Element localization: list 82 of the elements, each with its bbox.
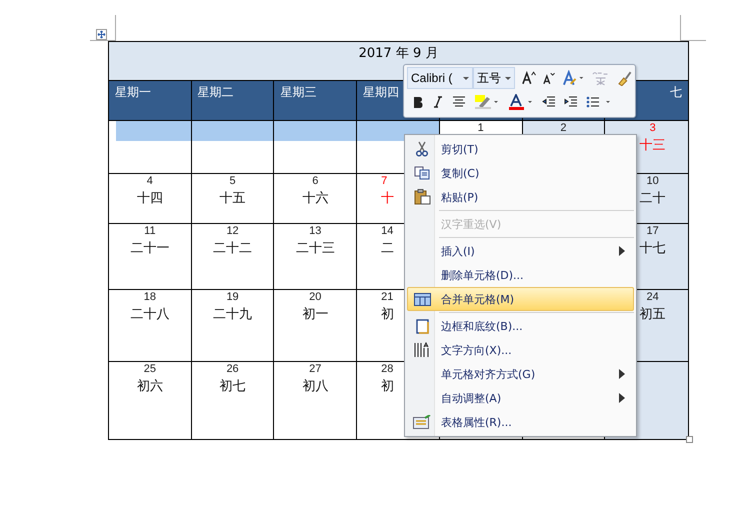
day-number: 12 (226, 225, 239, 238)
italic-icon[interactable] (432, 95, 444, 109)
table-properties-icon (413, 415, 431, 429)
day-number: 1 (478, 122, 484, 135)
day-number: 11 (144, 225, 156, 238)
bold-icon[interactable] (412, 95, 424, 109)
day-number: 2 (560, 122, 566, 135)
lunar-date: 十七 (640, 241, 666, 257)
menu-item[interactable]: 表格属性(R)... (407, 410, 634, 434)
font-color-icon[interactable] (508, 94, 534, 110)
day-number: 21 (381, 291, 394, 304)
highlighter-icon[interactable] (474, 94, 500, 110)
lunar-date: 十四 (136, 191, 163, 207)
day-number: 7 (381, 175, 388, 188)
lunar-date: 初六 (136, 379, 163, 395)
border-icon (416, 318, 428, 334)
menu-item[interactable]: 文字方向(X)... (407, 338, 634, 362)
move-handle-icon[interactable] (96, 29, 107, 40)
center-align-icon[interactable] (452, 96, 466, 108)
day-number: 10 (646, 175, 659, 188)
shrink-font-icon[interactable] (542, 70, 556, 86)
crop-mark (680, 15, 706, 41)
lunar-date: 二十 (640, 191, 666, 207)
lunar-date: 二十一 (130, 241, 170, 257)
lunar-date: 十三 (640, 138, 666, 154)
menu-item[interactable]: 粘贴(P) (407, 185, 634, 209)
lunar-date: 十五 (220, 191, 246, 207)
menu-item[interactable]: 自动调整(A) (407, 386, 634, 410)
day-number: 19 (226, 291, 239, 304)
day-number: 4 (146, 175, 153, 188)
increase-indent-icon[interactable] (564, 96, 578, 108)
lunar-date: 初 (381, 379, 394, 395)
grow-font-icon[interactable] (520, 70, 536, 86)
weekday-header: 星期一 (115, 85, 151, 99)
lunar-date: 初八 (302, 379, 328, 395)
day-number: 20 (309, 291, 322, 304)
day-number: 27 (309, 363, 322, 376)
lunar-date: 二 (381, 241, 394, 257)
font-dropdown[interactable]: Calibri ( (407, 67, 474, 89)
menu-item[interactable]: 复制(C) (407, 161, 634, 185)
decrease-indent-icon[interactable] (542, 96, 556, 108)
day-number: 14 (381, 225, 394, 238)
day-number: 6 (312, 175, 318, 188)
menu-item[interactable]: 剪切(T) (407, 137, 634, 161)
day-number: 24 (646, 291, 659, 304)
menu-item[interactable]: 插入(I) (407, 239, 634, 263)
day-number: 17 (646, 225, 659, 238)
lunar-date: 十六 (302, 191, 328, 207)
lunar-date: 十 (381, 191, 394, 207)
lunar-date: 初一 (302, 307, 328, 323)
lunar-date: 二十八 (130, 307, 170, 323)
copy-icon (414, 166, 430, 180)
weekday-header: 星期三 (280, 85, 316, 99)
lunar-date: 二十九 (213, 307, 252, 323)
font-size-dropdown[interactable]: 五号 (473, 67, 515, 89)
day-number: 18 (144, 291, 156, 304)
weekday-header: 七 (670, 85, 682, 99)
text-effect-icon[interactable] (562, 70, 586, 86)
day-number: 25 (144, 363, 156, 376)
weekday-header: 星期二 (198, 85, 234, 99)
lunar-date: 初五 (640, 307, 666, 323)
day-number: 28 (381, 363, 394, 376)
scissors-icon (415, 141, 429, 157)
text-direction-icon (413, 342, 431, 358)
day-number: 26 (226, 363, 239, 376)
bullet-list-icon[interactable] (586, 96, 612, 108)
brush-icon[interactable] (616, 70, 632, 86)
resize-handle-icon[interactable] (686, 436, 693, 443)
lunar-date: 初 (381, 307, 394, 323)
weekday-header: 星期四 (363, 85, 400, 99)
day-number: 5 (230, 175, 236, 188)
table-icon (414, 292, 430, 306)
menu-item[interactable]: 合并单元格(M) (407, 287, 634, 311)
day-number: 13 (309, 225, 322, 238)
menu-item[interactable]: 删除单元格(D)... (407, 263, 634, 287)
clipboard-icon (414, 189, 430, 205)
menu-item[interactable]: 单元格对齐方式(G) (407, 362, 634, 386)
lunar-date: 初七 (220, 379, 246, 395)
day-number: 3 (650, 122, 656, 135)
lunar-date: 二十二 (213, 241, 252, 257)
lunar-date: 二十三 (296, 241, 335, 257)
menu-item[interactable]: 边框和底纹(B)... (407, 314, 634, 338)
